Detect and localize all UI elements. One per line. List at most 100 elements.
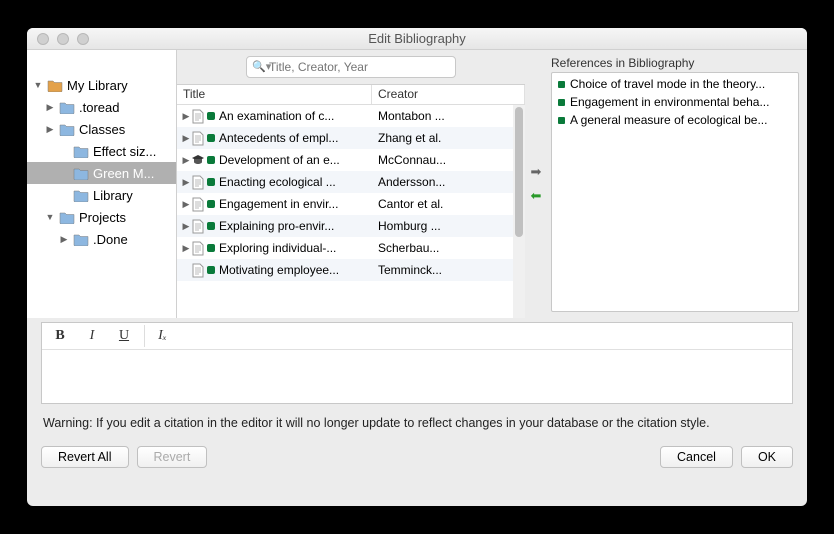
row-title: Engagement in envir... <box>219 197 338 211</box>
folder-icon <box>73 189 89 202</box>
document-icon <box>191 196 205 212</box>
citation-editor[interactable]: B I U Iₓ <box>41 322 793 404</box>
transfer-arrows: ➡ ⬅ <box>525 50 547 318</box>
disclosure-triangle[interactable]: ▼ <box>45 212 55 222</box>
tag-dot <box>207 178 215 186</box>
header-title[interactable]: Title <box>177 85 372 104</box>
refs-pane: References in Bibliography Choice of tra… <box>547 50 807 318</box>
row-title: Exploring individual-... <box>219 241 336 255</box>
sidebar-item-label: Library <box>93 188 133 203</box>
revert-all-button[interactable]: Revert All <box>41 446 129 468</box>
sidebar-item[interactable]: ▼ My Library <box>27 74 176 96</box>
search-input[interactable] <box>246 56 456 78</box>
document-icon <box>191 218 205 234</box>
row-title: An examination of c... <box>219 109 334 123</box>
ref-item[interactable]: Engagement in environmental beha... <box>552 93 798 111</box>
zoom-dot[interactable] <box>77 33 89 45</box>
row-creator: Montabon ... <box>372 109 525 123</box>
disclosure-triangle[interactable]: ▶ <box>181 243 191 254</box>
tag-dot <box>207 200 215 208</box>
tag-dot <box>207 266 215 274</box>
sidebar-item[interactable]: ▼ Projects <box>27 206 176 228</box>
row-title: Explaining pro-envir... <box>219 219 334 233</box>
disclosure-triangle[interactable]: ▶ <box>181 133 191 144</box>
folder-icon <box>59 123 75 136</box>
sidebar-item-label: My Library <box>67 78 128 93</box>
italic-button[interactable]: I <box>80 325 104 347</box>
table-row[interactable]: ▶Exploring individual-...Scherbau... <box>177 237 525 259</box>
close-dot[interactable] <box>37 33 49 45</box>
traffic-lights <box>27 33 89 45</box>
library-tree[interactable]: ▼ My Library ▶ .toread ▶Classes Effect siz...… <box>27 50 177 318</box>
revert-button[interactable]: Revert <box>137 446 208 468</box>
table-row[interactable]: Motivating employee...Temminck... <box>177 259 525 281</box>
sidebar-item-label: Effect siz... <box>93 144 156 159</box>
row-title: Motivating employee... <box>219 263 339 277</box>
disclosure-triangle[interactable]: ▶ <box>181 199 191 210</box>
disclosure-triangle[interactable]: ▶ <box>181 221 191 232</box>
disclosure-triangle[interactable]: ▶ <box>45 102 55 113</box>
sidebar-item-label: Projects <box>79 210 126 225</box>
content: ▼ My Library ▶ .toread ▶Classes Effect siz...… <box>27 50 807 506</box>
disclosure-triangle[interactable]: ▶ <box>181 155 191 166</box>
table-row[interactable]: ▶ An examination of c... Montabon ... <box>177 105 525 127</box>
bold-button[interactable]: B <box>48 325 72 347</box>
tag-dot <box>207 244 215 252</box>
row-creator: McConnau... <box>372 153 525 167</box>
ref-item[interactable]: A general measure of ecological be... <box>552 111 798 129</box>
table-rows[interactable]: ▶ An examination of c... Montabon ... ▶Ante… <box>177 105 525 318</box>
disclosure-triangle[interactable]: ▶ <box>45 124 55 135</box>
remove-from-refs-arrow[interactable]: ⬅ <box>531 188 542 204</box>
disclosure-triangle[interactable]: ▶ <box>181 177 191 188</box>
items-table: Title Creator ▶ An examination of c... Mon… <box>177 84 525 318</box>
ok-button[interactable]: OK <box>741 446 793 468</box>
editor-toolbar: B I U Iₓ <box>42 323 792 350</box>
folder-icon <box>59 211 75 224</box>
sidebar-item-label: .toread <box>79 100 119 115</box>
minimize-dot[interactable] <box>57 33 69 45</box>
row-creator: Andersson... <box>372 175 525 189</box>
refs-title: References in Bibliography <box>551 56 799 70</box>
titlebar: Edit Bibliography <box>27 28 807 50</box>
tag-dot <box>207 222 215 230</box>
window-title: Edit Bibliography <box>27 31 807 46</box>
table-row[interactable]: ▶ Development of an e... McConnau... <box>177 149 525 171</box>
sidebar-item[interactable]: Green M... <box>27 162 176 184</box>
folder-icon <box>47 79 63 92</box>
add-to-refs-arrow[interactable]: ➡ <box>531 164 542 180</box>
tag-dot <box>207 134 215 142</box>
table-row[interactable]: ▶Enacting ecological ...Andersson... <box>177 171 525 193</box>
table-header: Title Creator <box>177 85 525 105</box>
disclosure-triangle[interactable]: ▶ <box>59 234 69 245</box>
table-row[interactable]: ▶Explaining pro-envir...Homburg ... <box>177 215 525 237</box>
tag-dot <box>207 156 215 164</box>
ref-item[interactable]: Choice of travel mode in the theory... <box>552 75 798 93</box>
clear-format-button[interactable]: Iₓ <box>144 325 168 347</box>
middle-pane: 🔍▾ Title Creator ▶ An examination of c...… <box>177 50 525 318</box>
warning-text: Warning: If you edit a citation in the e… <box>27 408 807 438</box>
search-row: 🔍▾ <box>177 50 525 84</box>
document-icon <box>191 240 205 256</box>
sidebar-item[interactable]: ▶.Done <box>27 228 176 250</box>
table-row[interactable]: ▶Antecedents of empl...Zhang et al. <box>177 127 525 149</box>
sidebar-item[interactable]: Library <box>27 184 176 206</box>
underline-button[interactable]: U <box>112 325 136 347</box>
cancel-button[interactable]: Cancel <box>660 446 733 468</box>
sidebar-item[interactable]: ▶ .toread <box>27 96 176 118</box>
refs-list[interactable]: Choice of travel mode in the theory...En… <box>551 72 799 312</box>
sidebar-item-label: Green M... <box>93 166 154 181</box>
disclosure-triangle[interactable]: ▶ <box>181 111 191 122</box>
row-creator: Cantor et al. <box>372 197 525 211</box>
table-scrollbar[interactable] <box>513 105 525 318</box>
disclosure-triangle[interactable]: ▼ <box>33 80 43 90</box>
row-title: Development of an e... <box>219 153 340 167</box>
header-creator[interactable]: Creator <box>372 85 525 104</box>
sidebar-item[interactable]: ▶Classes <box>27 118 176 140</box>
table-row[interactable]: ▶ Engagement in envir... Cantor et al. <box>177 193 525 215</box>
upper-pane: ▼ My Library ▶ .toread ▶Classes Effect siz...… <box>27 50 807 318</box>
button-row: Revert All Revert Cancel OK <box>27 438 807 482</box>
cap-icon <box>191 152 205 168</box>
sidebar-item[interactable]: Effect siz... <box>27 140 176 162</box>
document-icon <box>191 262 205 278</box>
folder-icon <box>59 101 75 114</box>
